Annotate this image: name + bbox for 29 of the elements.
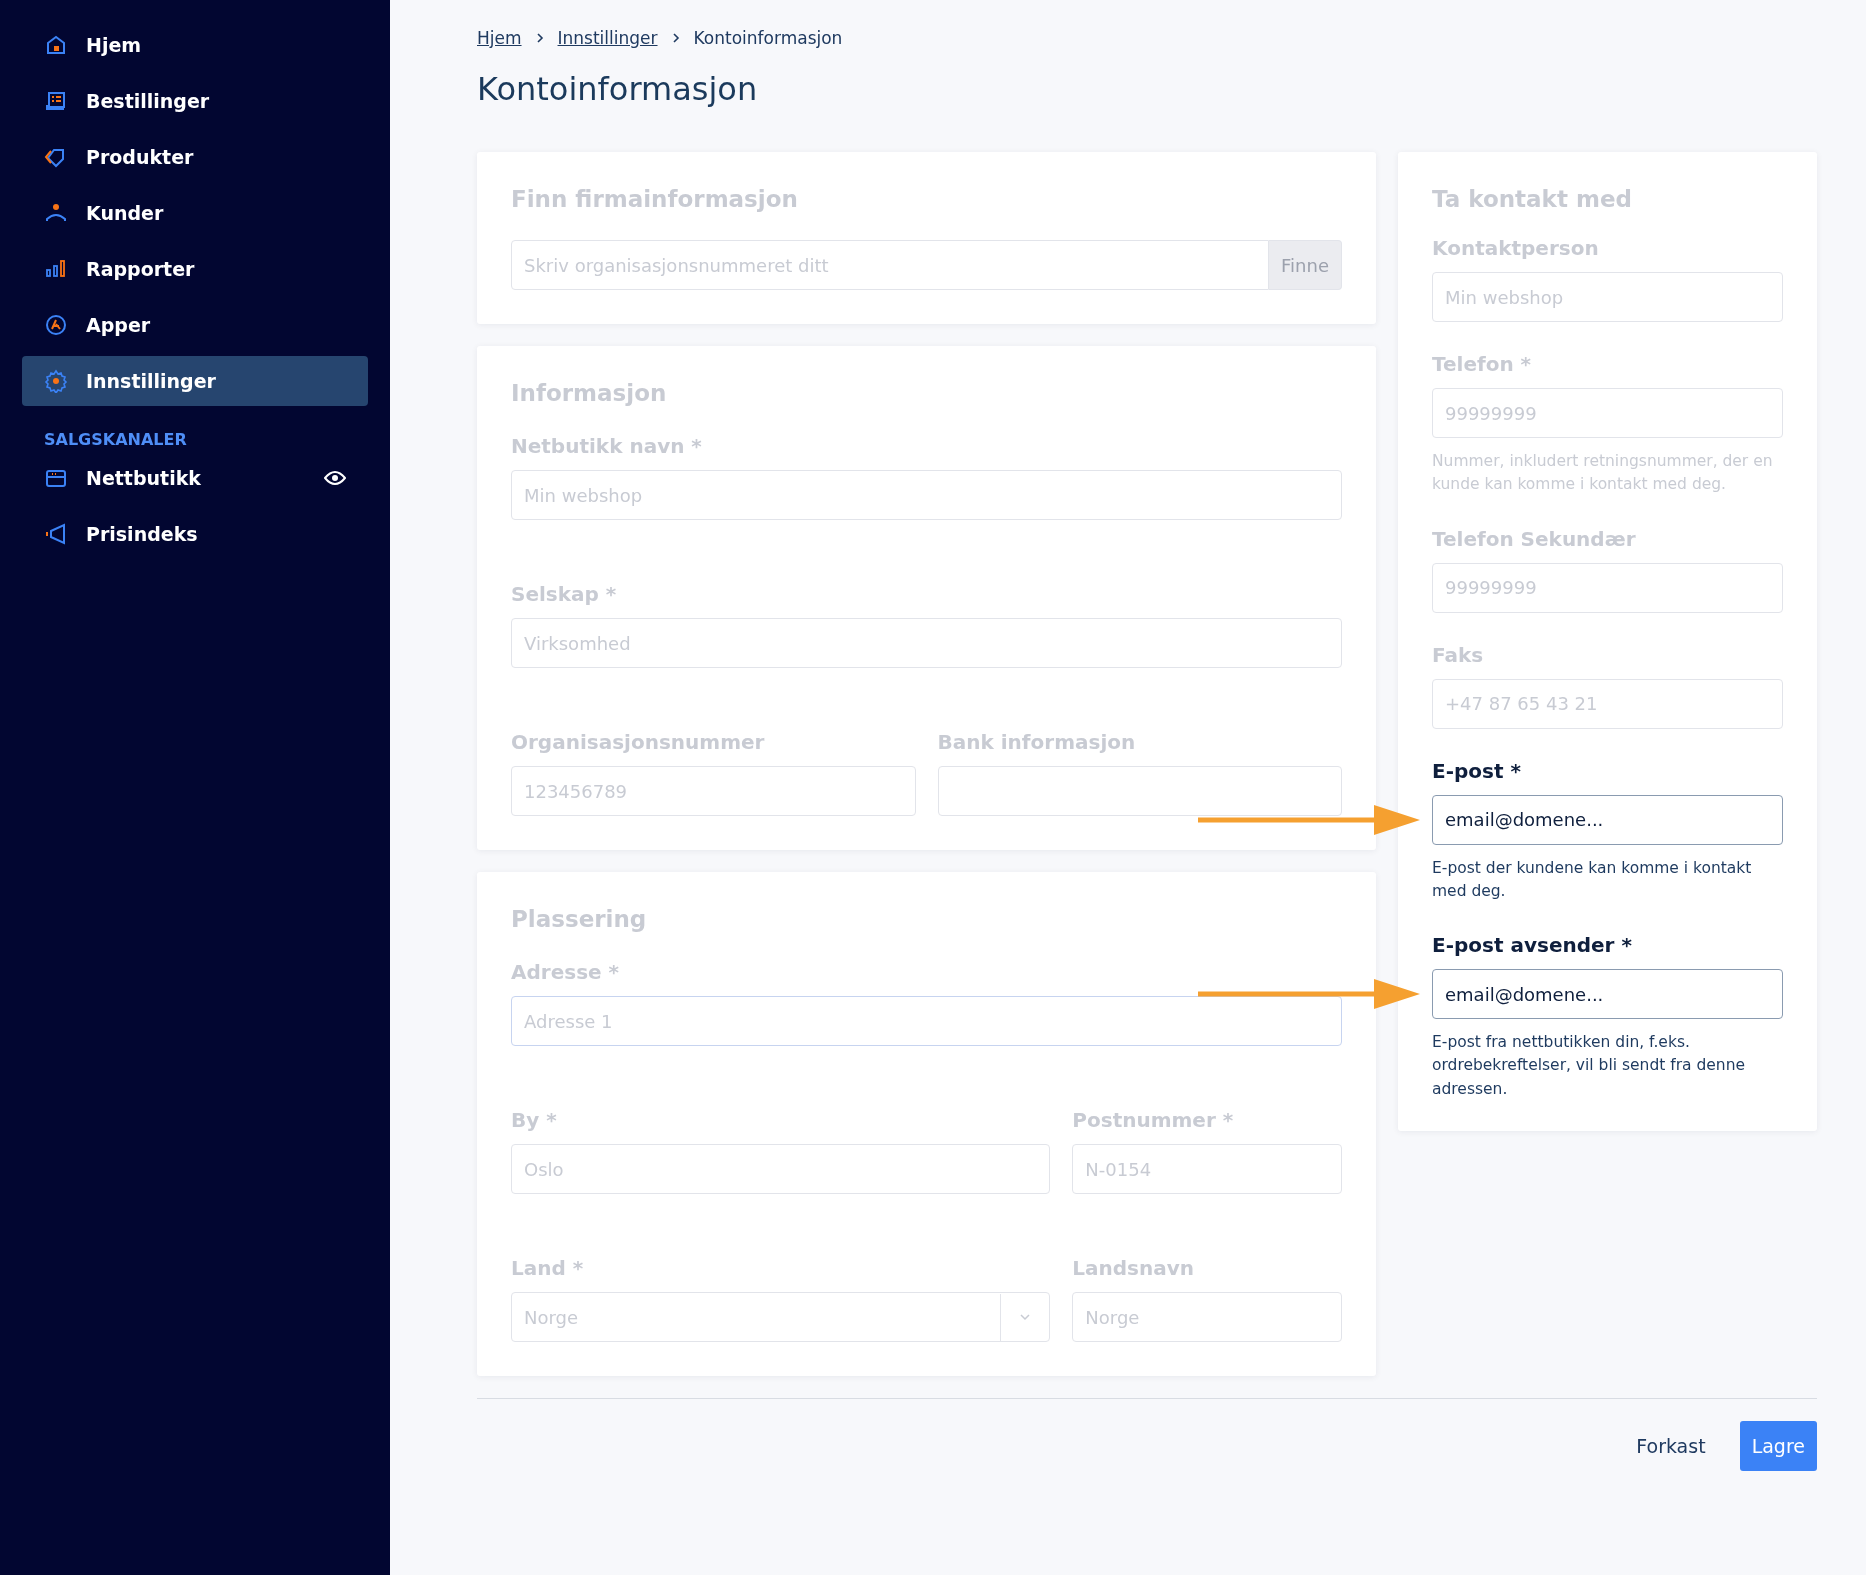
input-field[interactable]: email@domene... [1432,969,1783,1019]
cancel-button[interactable]: Forkast [1624,1421,1718,1471]
help-text: E-post der kundene kan komme i kontakt med deg. [1432,857,1753,902]
circle-icon [44,313,68,337]
sidebar-item[interactable]: Hjem [22,20,368,70]
document-icon [44,89,68,113]
input-field[interactable]: email@domene... [1432,794,1783,845]
house-icon [44,33,68,57]
chevron-right-icon [535,32,544,44]
sidebar-item[interactable]: Innstillinger [22,356,368,406]
sidebar-item[interactable]: Rapporter [22,244,368,294]
sidebar-item[interactable]: Produkter [22,132,368,182]
section-title: SALGSKANALER [44,430,188,449]
sidebar-item[interactable]: Bestillinger [22,76,368,126]
field-label: E-post avsender * [1432,933,1633,957]
breadcrumb-link[interactable]: Hjem [477,28,522,48]
sidebar-item[interactable]: Apper [22,300,368,350]
megaphone-icon [44,522,68,546]
help-text: E-post fra nettbutikken din, f.eks. ordrebekreftelser, vil bli sendt fra denne adressen. [1432,1032,1747,1100]
eye-icon[interactable] [324,470,346,486]
breadcrumb-current: Kontoinformasjon [693,28,843,48]
page-title: Kontoinformasjon [477,70,759,108]
sidebar-item[interactable]: Kunder [22,188,368,238]
field-label: E-post * [1432,758,1522,783]
sidebar-item[interactable]: Nettbutikk [22,453,368,503]
sidebar-item[interactable]: Prisindeks [22,509,368,559]
breadcrumb-link[interactable]: Innstillinger [557,28,658,48]
settings-icon [44,369,68,393]
chevron-right-icon [671,32,680,44]
